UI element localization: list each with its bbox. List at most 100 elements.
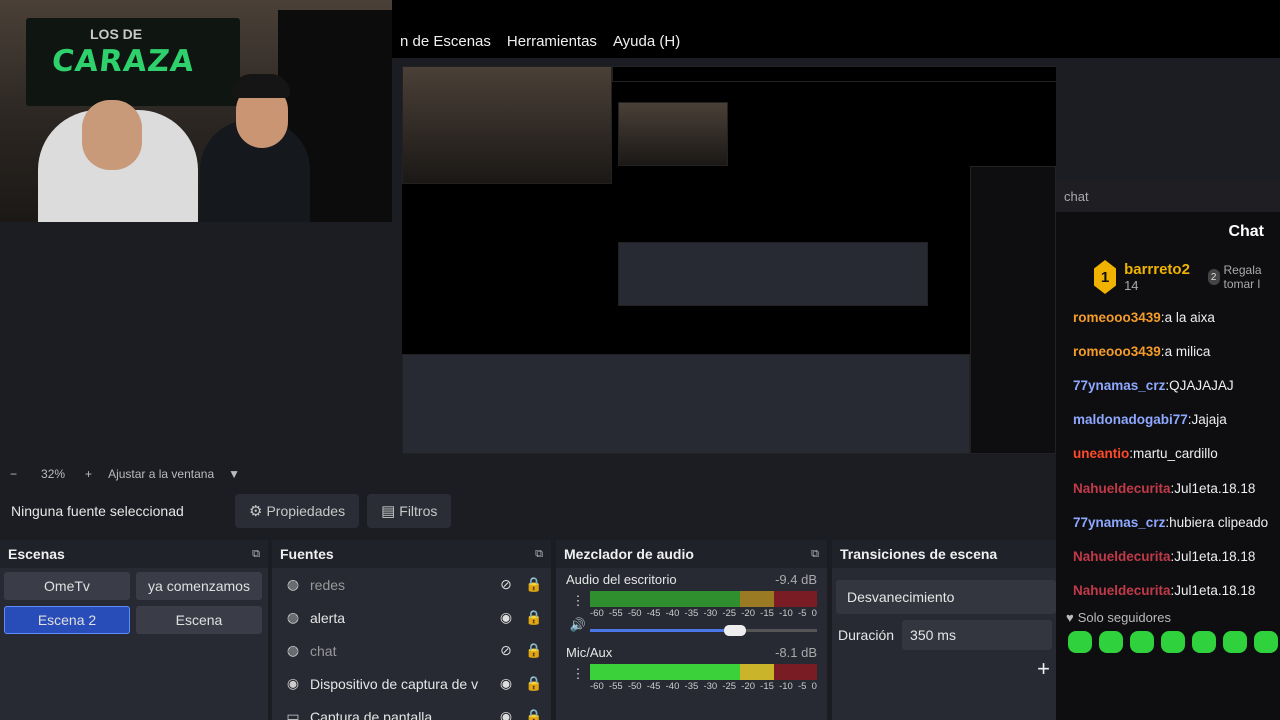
person-right-hair [232,74,290,98]
chat-title: Chat [1228,223,1264,240]
add-transition-button[interactable]: + [1037,656,1050,682]
fit-window-button[interactable]: Ajustar a la ventana [108,467,214,481]
duration-label: Duración [838,627,895,643]
sources-dock: Fuentes ⧉ ◍ redes ⊘ 🔒 ◍ alerta ◉ 🔒 ◍ chat ⊘ 🔒 ◉ Dispo… [272,540,551,720]
transition-select[interactable]: Desvanecimiento [836,580,1056,614]
eye-icon[interactable]: ◉ [497,675,515,692]
lock-icon[interactable]: 🔒 [525,675,543,692]
lock-icon[interactable]: 🔒 [525,576,543,593]
scenes-title: Escenas [8,546,65,562]
chat-username[interactable]: 77ynamas_crz [1073,378,1165,393]
chat-username[interactable]: romeooo3439 [1073,310,1161,325]
emote-icon[interactable] [1223,630,1247,653]
emote-icon[interactable] [1130,630,1154,653]
chat-text: Jajaja [1191,412,1227,428]
chat-username[interactable]: Nahueldecurita [1073,481,1171,496]
lock-icon[interactable]: 🔒 [525,708,543,720]
scale-tick: -55 [608,681,623,692]
chat-username[interactable]: Nahueldecurita [1073,549,1171,564]
preview-docks-nested [618,242,928,306]
zoom-out-button[interactable]: − [10,467,17,481]
properties-button[interactable]: ⚙ Propiedades [235,494,360,528]
duration-input[interactable]: 350 ms [902,620,1053,650]
source-item[interactable]: ◍ alerta ◉ 🔒 [272,601,551,634]
scale-tick: -45 [646,681,661,692]
preview-canvas[interactable] [402,66,1056,454]
emote-icon[interactable] [1254,630,1278,653]
undock-icon[interactable]: ⧉ [535,548,543,561]
scale-tick: -25 [722,681,737,692]
gift-user-name[interactable]: barrreto2 [1124,261,1190,278]
chat-username[interactable]: Nahueldecurita [1073,583,1171,598]
scenes-header: Escenas ⧉ [0,540,268,568]
chat-username[interactable]: uneantio [1073,446,1129,461]
eye-icon[interactable]: ◉ [497,708,515,720]
source-name: chat [310,642,337,659]
chat-message: 77ynamas_crz: QJAJAJAJ [1073,368,1280,402]
source-item[interactable]: ▭ Captura de pantalla ◉ 🔒 [272,700,551,720]
channel-db: -8.1 dB [775,645,817,660]
undock-icon[interactable]: ⧉ [811,548,819,561]
preview-chat-copy [970,166,1056,454]
volume-slider[interactable] [590,625,817,636]
chat-username[interactable]: romeooo3439 [1073,344,1161,359]
menu-item-help[interactable]: Ayuda (H) [605,33,688,50]
sources-header: Fuentes ⧉ [272,540,551,568]
menu-item-scene-collection[interactable]: n de Escenas [392,33,499,50]
scale-tick: -15 [760,608,774,619]
eye-off-icon[interactable]: ⊘ [497,576,515,593]
scene-item[interactable]: Escena 2 [4,606,130,634]
source-item[interactable]: ◍ chat ⊘ 🔒 [272,634,551,667]
scale-tick: -10 [779,681,793,692]
chat-username[interactable]: maldonadogabi77 [1073,412,1188,427]
undock-icon[interactable]: ⧉ [252,548,260,561]
source-item[interactable]: ◉ Dispositivo de captura de v ◉ 🔒 [272,667,551,700]
channel-name: Mic/Aux [566,645,613,660]
menu-item-tools[interactable]: Herramientas [499,33,605,50]
scale-tick: -50 [627,608,642,619]
emote-icon[interactable] [1161,630,1185,653]
followers-only-mode: ♥ Solo seguidores [1056,610,1280,625]
source-item[interactable]: ◍ redes ⊘ 🔒 [272,568,551,601]
mixer-channel-desktop: Audio del escritorio -9.4 dB ⋮ 🔊 -60 -55-… [556,568,827,636]
filters-button[interactable]: ▤ Filtros [367,494,452,528]
lock-icon[interactable]: 🔒 [525,609,543,626]
rank-badge: 1 [1094,260,1117,294]
speaker-icon[interactable]: 🔊 [570,617,586,633]
eye-icon[interactable]: ◉ [497,609,515,626]
scale-tick: -40 [665,608,680,619]
chevron-down-icon[interactable]: ▼ [228,467,240,481]
scene-item[interactable]: Escena [136,606,262,634]
chat-text: Jul1eta.18.18 [1174,548,1256,564]
followers-only-label: Solo seguidores [1077,609,1171,625]
scale-tick: 0 [811,681,817,692]
chat-dock: chat Chat 1 barrreto2 14 2 Regala tomar … [1056,180,1280,720]
eye-off-icon[interactable]: ⊘ [497,642,515,659]
gift-leaderboard: 1 barrreto2 14 2 Regala tomar l [1056,252,1280,294]
chat-message: Nahueldecurita: Jul1eta.18.18 [1073,539,1280,573]
preview-docks-copy [402,354,970,454]
zoom-in-button[interactable]: + [85,467,92,481]
scenes-dock: Escenas ⧉ OmeTv ya comenzamos Escena 2 Esce… [0,540,268,720]
scene-item[interactable]: OmeTv [4,572,130,600]
emote-icon[interactable] [1099,630,1123,653]
properties-label: Propiedades [266,503,346,519]
chat-username[interactable]: 77ynamas_crz [1073,515,1165,530]
lock-icon[interactable]: 🔒 [525,642,543,659]
transitions-title: Transiciones de escena [840,546,998,562]
emote-icon[interactable] [1192,630,1216,653]
kebab-menu-icon[interactable]: ⋮ [572,666,585,682]
gift-note: Regala tomar l [1223,263,1262,291]
title-bar [392,0,1280,24]
kebab-menu-icon[interactable]: ⋮ [572,593,585,609]
emote-icon[interactable] [1068,630,1092,653]
source-list: ◍ redes ⊘ 🔒 ◍ alerta ◉ 🔒 ◍ chat ⊘ 🔒 ◉ Dispositivo de … [272,568,551,720]
volume-knob[interactable] [724,625,746,636]
obs-window: n de Escenas Herramientas Ayuda (H) LOS … [0,0,1280,720]
filters-label: Filtros [399,503,438,519]
scene-item[interactable]: ya comenzamos [136,572,262,600]
camera-icon: ◉ [286,675,300,691]
scale-tick: 0 [811,608,817,619]
banner-top-text: LOS DE [90,26,143,42]
chat-dock-tab[interactable]: chat [1056,180,1280,212]
